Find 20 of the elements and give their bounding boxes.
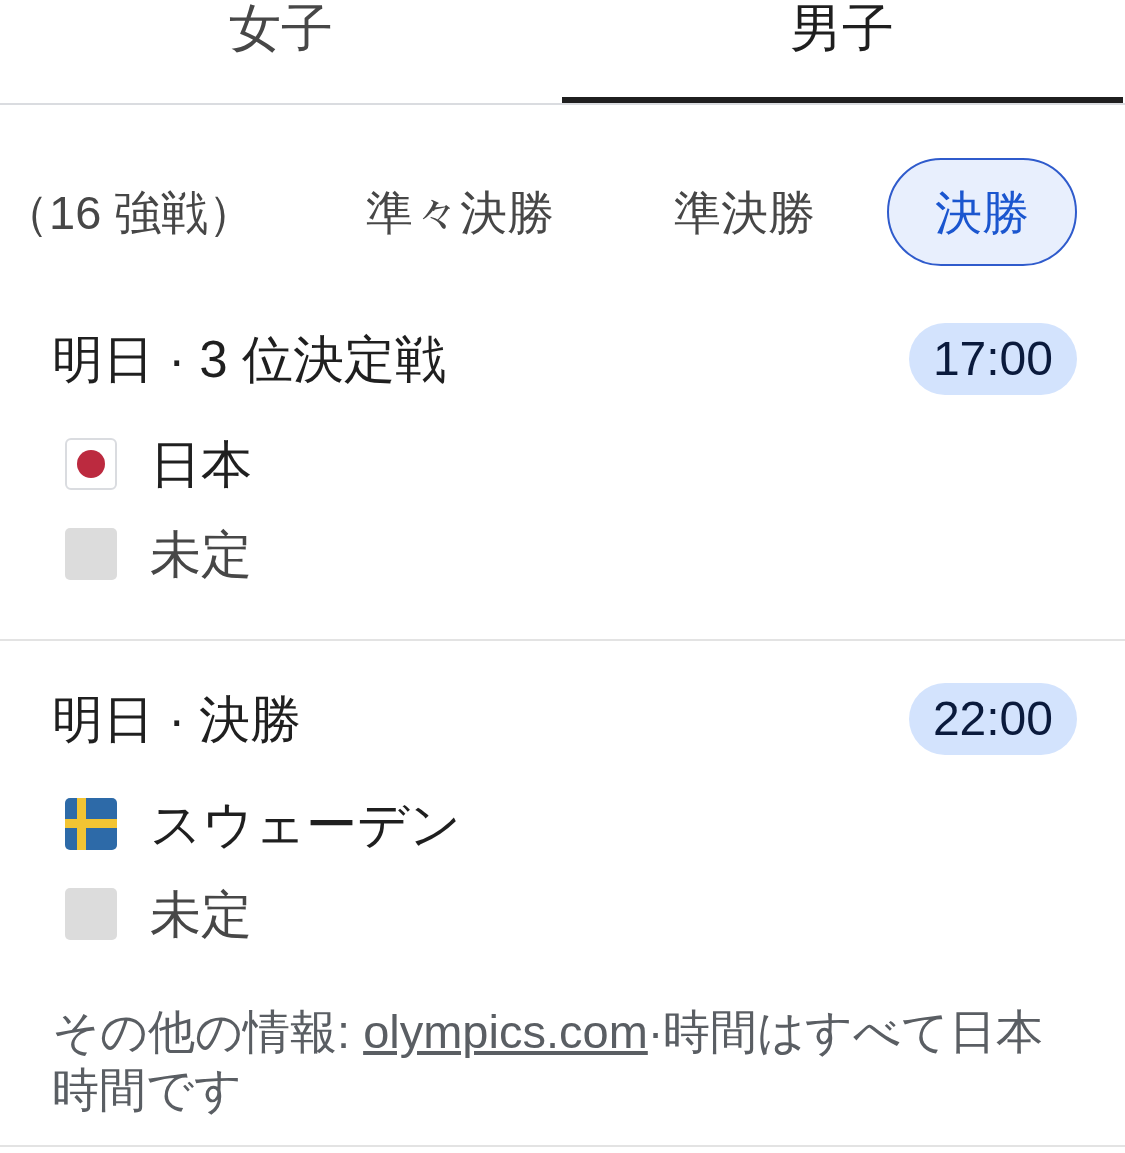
round-chip[interactable]: 準決勝 xyxy=(626,158,863,266)
blank-flag-icon xyxy=(65,888,117,940)
olympics-link[interactable]: olympics.com xyxy=(363,1005,648,1058)
footer-note: その他の情報: olympics.com·時間はすべて日本時間です xyxy=(52,1004,1045,1118)
round-chip[interactable]: 準々決勝 xyxy=(318,158,602,266)
round-chip[interactable]: 決勝 xyxy=(887,158,1077,266)
team-name: 未定 xyxy=(150,888,252,940)
match-title: 明日 · 決勝 xyxy=(52,693,302,745)
flag-icon xyxy=(65,438,117,490)
round-chip[interactable]: （16 強戦） xyxy=(0,158,294,266)
match-title: 明日 · 3 位決定戦 xyxy=(52,333,446,385)
gender-tab[interactable]: 女子 xyxy=(0,0,562,103)
team-name: 日本 xyxy=(150,438,252,490)
team-name: 未定 xyxy=(150,528,252,580)
time-badge: 17:00 xyxy=(908,323,1077,395)
team-name: スウェーデン xyxy=(150,798,461,850)
time-badge: 22:00 xyxy=(908,683,1077,755)
blank-flag-icon xyxy=(65,528,117,580)
flag-icon xyxy=(65,798,117,850)
gender-tab[interactable]: 男子 xyxy=(561,0,1123,103)
